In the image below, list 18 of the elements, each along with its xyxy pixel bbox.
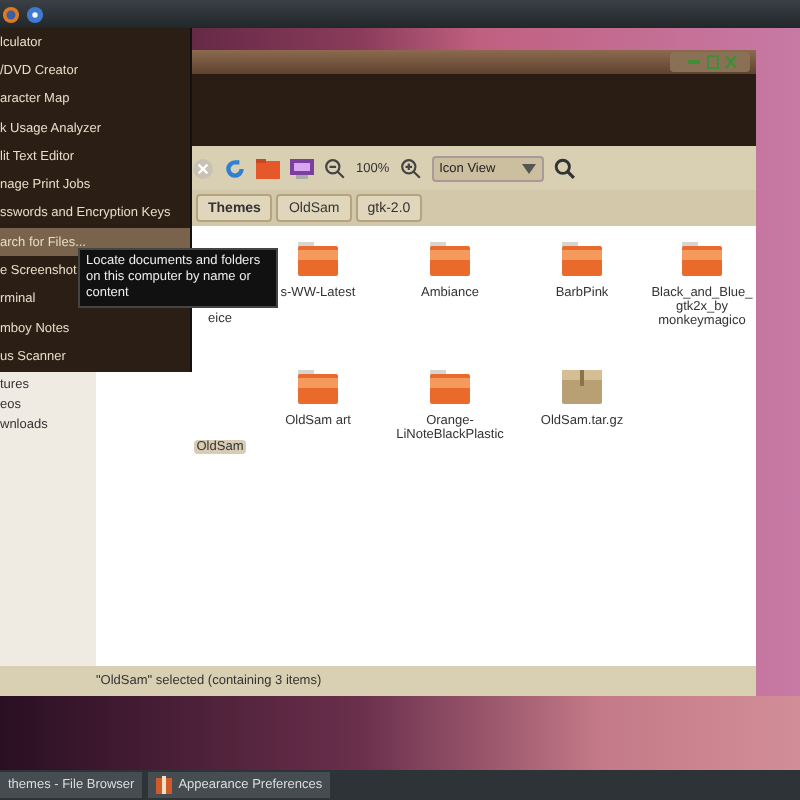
monitor-icon[interactable] (290, 157, 314, 179)
folder-icon[interactable] (430, 242, 470, 276)
folder-icon[interactable] (682, 242, 722, 276)
folder-icon[interactable] (562, 242, 602, 276)
zoom-out-icon[interactable] (324, 157, 346, 179)
folder-icon[interactable] (298, 242, 338, 276)
folder-icon[interactable] (298, 370, 338, 404)
archive-icon[interactable] (562, 370, 602, 404)
stop-icon[interactable] (192, 157, 214, 179)
folder-icon[interactable] (430, 370, 470, 404)
reload-icon[interactable] (224, 157, 246, 179)
app-icon (156, 776, 173, 794)
globe-icon[interactable] (2, 5, 20, 23)
help-icon[interactable] (26, 5, 44, 23)
zoom-in-icon[interactable] (399, 157, 422, 179)
caret-icon (521, 163, 536, 173)
folder-icon[interactable] (256, 157, 280, 179)
search-icon[interactable] (553, 157, 576, 179)
